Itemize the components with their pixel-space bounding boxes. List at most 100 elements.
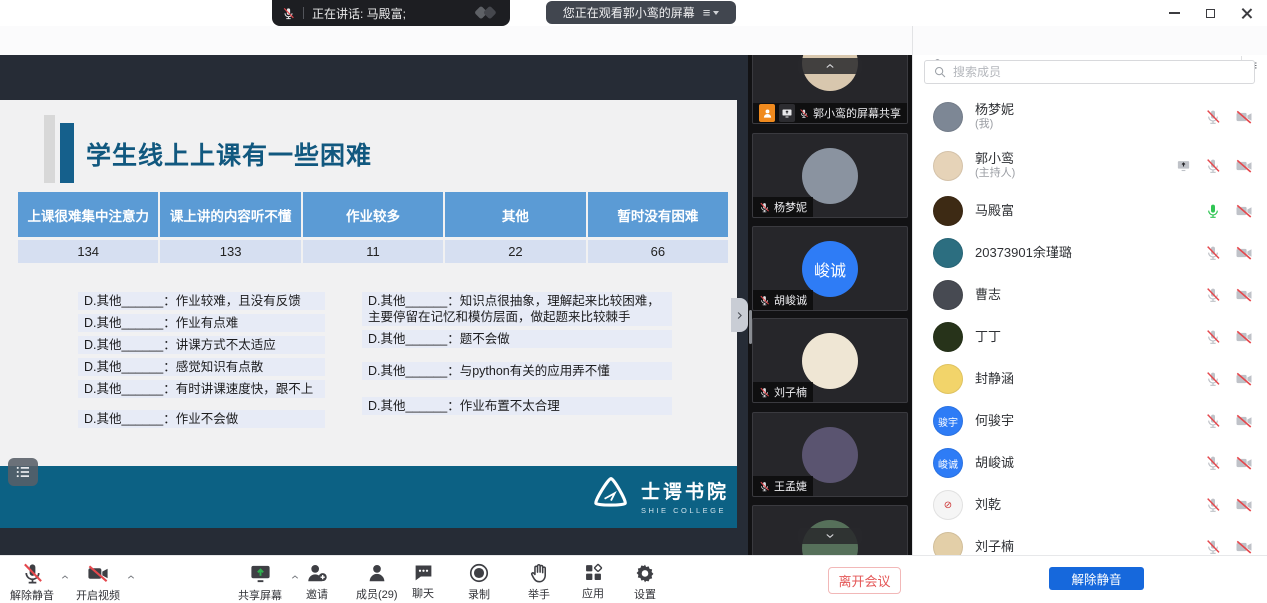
settings-button[interactable]: 设置 [634,562,656,602]
close-icon[interactable] [1233,2,1259,24]
member-name: 封静涵 [975,371,1014,387]
mic-muted-icon [759,295,770,306]
table-header-cell: 作业较多 [303,192,445,237]
member-role: (主持人) [975,167,1015,181]
mic-muted-icon[interactable] [1205,245,1221,261]
table-header-cell: 课上讲的内容听不懂 [160,192,302,237]
avatar: 峻诚 [933,448,963,478]
video-thumbnail[interactable]: 峻诚 胡峻诚 [752,226,908,311]
apps-button[interactable]: 应用 [582,562,604,601]
mic-muted-icon[interactable] [1205,497,1221,513]
camera-off-icon[interactable] [1235,286,1253,304]
camera-off-icon[interactable] [1235,157,1253,175]
video-thumbnail[interactable]: 郭小鸾的屏幕共享 [752,55,908,124]
college-logo-icon [589,474,633,518]
mic-muted-icon [21,562,44,585]
camera-off-icon[interactable] [1235,108,1253,126]
unmute-button[interactable]: 解除静音 [10,562,54,603]
table-value-cell: 11 [303,240,445,263]
share-screen-button[interactable]: 共享屏幕 [238,562,282,603]
survey-table: 上课很难集中注意力 课上讲的内容听不懂 作业较多 其他 暂时没有困难 134 1… [18,192,728,263]
person-icon [366,562,388,584]
member-row[interactable]: ⊘ 刘乾 [913,484,1267,526]
thumbnail-scrollbar[interactable] [749,310,752,344]
member-row[interactable]: 封静涵 [913,358,1267,400]
camera-off-icon[interactable] [1235,202,1253,220]
screen-options-menu-icon[interactable]: ≡ [703,5,720,20]
camera-off-icon[interactable] [1235,538,1253,555]
scroll-down-button[interactable] [798,528,862,544]
window-controls [1161,0,1259,26]
camera-off-icon[interactable] [1235,244,1253,262]
mic-active-icon[interactable] [1205,203,1221,219]
mic-muted-icon[interactable] [1205,329,1221,345]
member-name: 胡峻诚 [975,455,1014,471]
meeting-window: 正在讲话: 马殿富; 您正在观看郭小鸾的屏幕 ≡ 00:32 演讲者视图 [0,0,1267,603]
maximize-icon[interactable] [1197,2,1223,24]
avatar [933,532,963,555]
search-input[interactable] [953,65,1246,79]
member-role: (我) [975,118,1014,132]
invite-button[interactable]: 邀请 [306,562,328,602]
mic-muted-icon[interactable] [1205,371,1221,387]
title-accent-blue [60,123,74,183]
thumbnail-strip-expander[interactable] [731,298,748,332]
member-name: 曹志 [975,287,1001,303]
leave-meeting-button[interactable]: 离开会议 [828,567,901,594]
video-thumbnail[interactable]: 王孟婕 [752,412,908,497]
member-name: 20373901余瑾璐 [975,245,1072,261]
watching-screen-pill[interactable]: 您正在观看郭小鸾的屏幕 ≡ [546,1,736,24]
member-row[interactable]: 20373901余瑾璐 [913,232,1267,274]
camera-off-icon[interactable] [1235,370,1253,388]
chat-icon [413,562,434,583]
member-row[interactable]: 骏宇 何骏宇 [913,400,1267,442]
mic-muted-icon[interactable] [1205,539,1221,555]
note-item: D.其他______：题不会做 [362,330,672,348]
note-item: D.其他______：作业布置不太合理 [362,397,672,415]
divider [303,7,304,19]
video-thumbnail[interactable]: 刘子楠 [752,318,908,403]
titlebar: 正在讲话: 马殿富; 您正在观看郭小鸾的屏幕 ≡ [0,0,1267,26]
camera-off-icon[interactable] [1235,412,1253,430]
members-button[interactable]: 成员(29) [356,562,398,602]
table-header-row: 上课很难集中注意力 课上讲的内容听不懂 作业较多 其他 暂时没有困难 [18,192,728,237]
member-row[interactable]: 刘子楠 [913,526,1267,555]
mic-muted-icon[interactable] [1205,109,1221,125]
thumbnail-name: 刘子楠 [774,384,807,400]
member-row[interactable]: 曹志 [913,274,1267,316]
member-search-box[interactable] [924,60,1255,84]
member-row[interactable]: 峻诚 胡峻诚 [913,442,1267,484]
avatar: 峻诚 [802,241,858,297]
video-thumbnail[interactable]: 杨梦妮 [752,133,908,218]
camera-off-icon [86,562,110,585]
slide-outline-widget[interactable] [8,458,38,486]
collapse-strip-button[interactable] [798,58,862,74]
member-row[interactable]: 丁丁 [913,316,1267,358]
video-thumbnail[interactable] [752,505,908,555]
chat-button[interactable]: 聊天 [412,562,434,601]
camera-off-icon[interactable] [1235,496,1253,514]
member-list: 杨梦妮(我) 郭小鸾(主持人) 马殿富 203 [913,92,1267,555]
mic-options-chevron-icon[interactable] [60,572,70,582]
member-name: 刘子楠 [975,539,1014,555]
table-value-cell: 22 [445,240,587,263]
shared-screen-stage: 学生线上上课有一些困难 上课很难集中注意力 课上讲的内容听不懂 作业较多 其他 … [0,55,748,555]
member-row[interactable]: 杨梦妮(我) [913,92,1267,141]
member-row[interactable]: 马殿富 [913,190,1267,232]
share-options-chevron-icon[interactable] [290,572,300,582]
record-button[interactable]: 录制 [468,562,490,602]
mic-muted-icon[interactable] [1205,455,1221,471]
panel-unmute-button[interactable]: 解除静音 [1049,567,1144,590]
start-video-button[interactable]: 开启视频 [76,562,120,603]
camera-off-icon[interactable] [1235,454,1253,472]
bottom-toolbar: 解除静音 开启视频 共享屏幕 邀请 成员(29) 聊天 录制 [0,555,1267,603]
mic-muted-icon[interactable] [1205,287,1221,303]
video-options-chevron-icon[interactable] [126,572,136,582]
raise-hand-button[interactable]: 举手 [528,562,550,602]
member-row[interactable]: 郭小鸾(主持人) [913,141,1267,190]
screen-share-icon [249,562,272,585]
mic-muted-icon[interactable] [1205,158,1221,174]
minimize-icon[interactable] [1161,2,1187,24]
camera-off-icon[interactable] [1235,328,1253,346]
mic-muted-icon[interactable] [1205,413,1221,429]
